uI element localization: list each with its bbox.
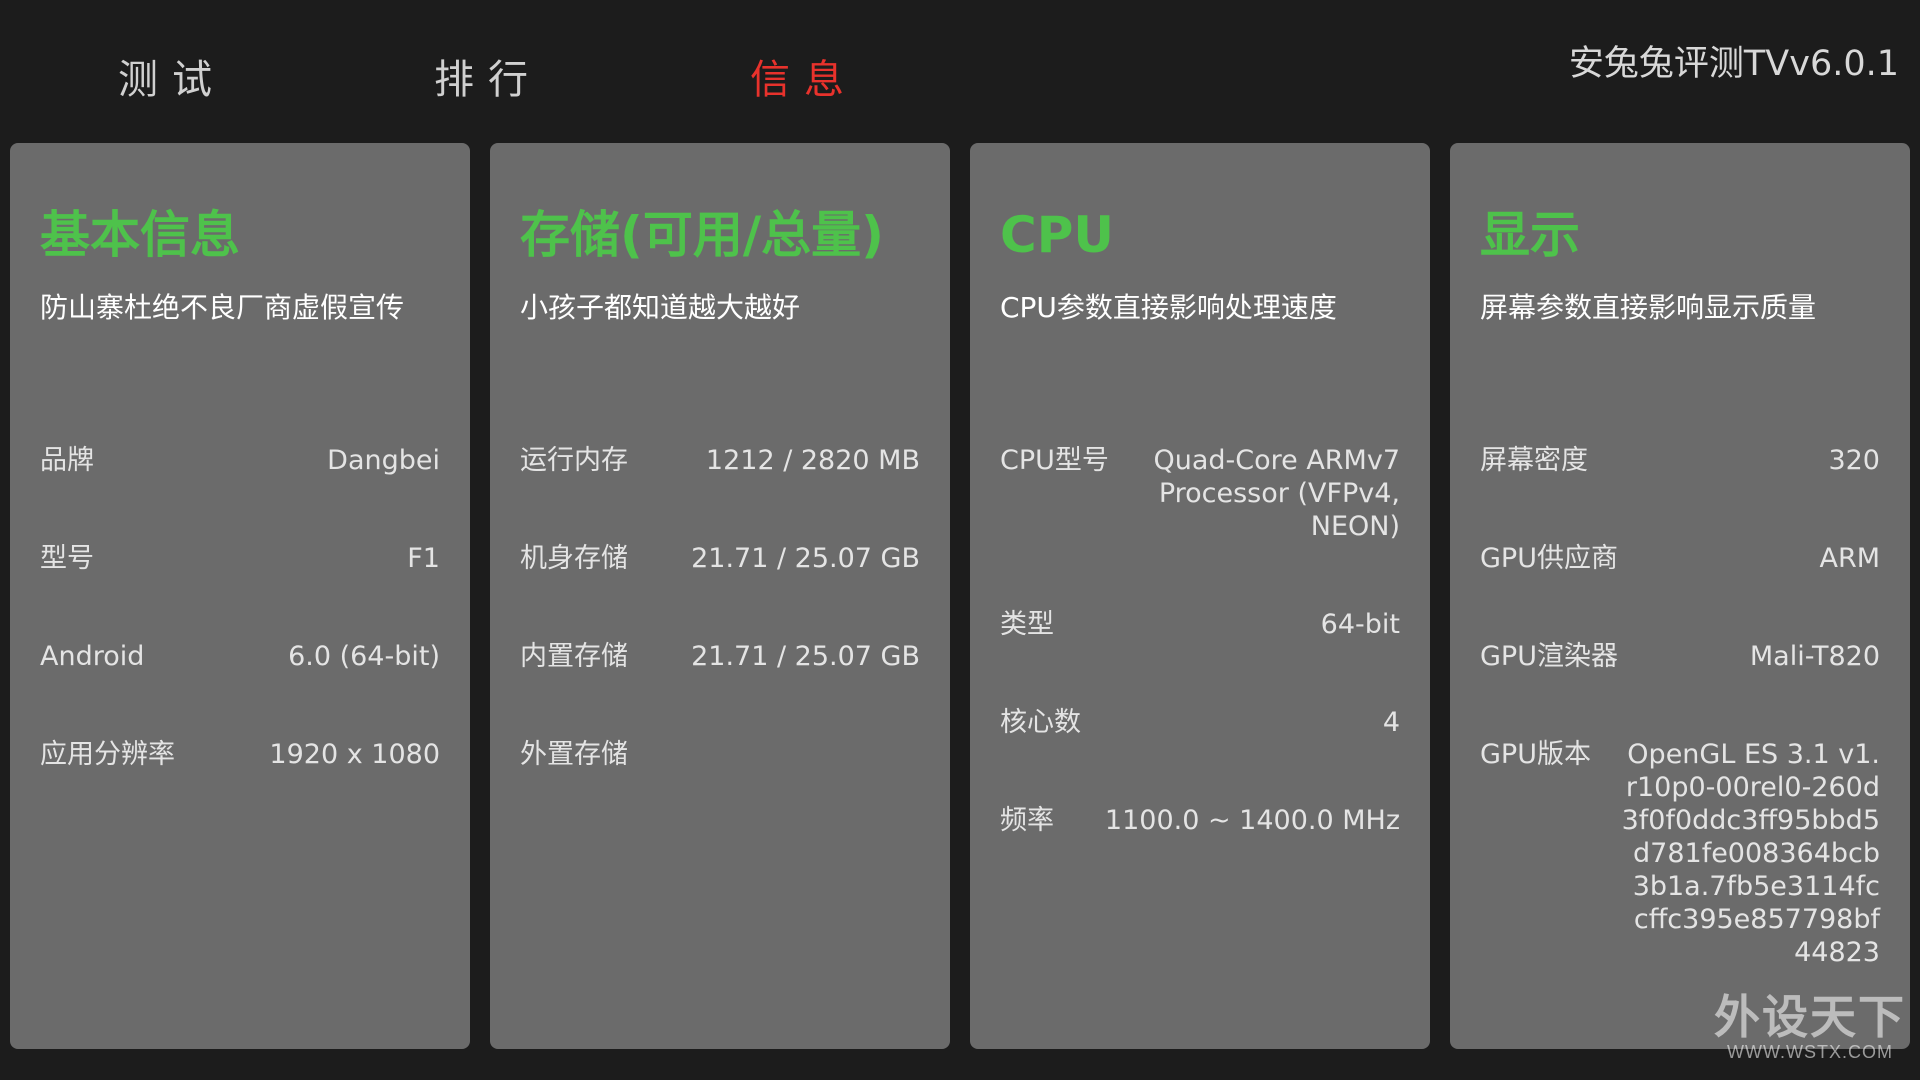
row-label: 型号 xyxy=(40,543,94,574)
row-value: 320 xyxy=(1828,445,1880,476)
row-value: 1212 / 2820 MB xyxy=(705,445,920,476)
row-label: GPU渲染器 xyxy=(1480,641,1618,672)
row-label: GPU供应商 xyxy=(1480,543,1618,574)
card-cpu: CPU CPU参数直接影响处理速度 CPU型号 Quad-Core ARMv7 … xyxy=(970,143,1430,1049)
info-row-android: Android 6.0 (64-bit) xyxy=(40,640,440,673)
info-row-device-storage: 机身存储 21.71 / 25.07 GB xyxy=(520,542,920,575)
card-title: 显示 xyxy=(1480,206,1580,264)
row-label: 屏幕密度 xyxy=(1480,445,1588,476)
row-value: Mali-T820 xyxy=(1749,641,1880,672)
row-value: 64-bit xyxy=(1320,609,1400,640)
tab-rank[interactable]: 排行 xyxy=(434,52,542,108)
row-label: 频率 xyxy=(1000,805,1054,836)
info-row-gpu-version: GPU版本 OpenGL ES 3.1 v1.r10p0-00rel0-260d… xyxy=(1480,738,1880,969)
row-label: Android xyxy=(40,641,145,672)
row-value: 21.71 / 25.07 GB xyxy=(691,543,920,574)
card-subtitle: CPU参数直接影响处理速度 xyxy=(1000,291,1337,324)
card-subtitle: 小孩子都知道越大越好 xyxy=(520,291,801,324)
card-subtitle: 屏幕参数直接影响显示质量 xyxy=(1480,291,1817,324)
card-title: 基本信息 xyxy=(40,206,240,264)
card-title: CPU xyxy=(1000,206,1114,264)
row-value: 1100.0 ~ 1400.0 MHz xyxy=(1104,805,1400,836)
info-row-model: 型号 F1 xyxy=(40,542,440,575)
info-row-resolution: 应用分辨率 1920 x 1080 xyxy=(40,738,440,771)
row-value: Quad-Core ARMv7 Processor (VFPv4, NEON) xyxy=(1153,445,1400,542)
row-value: 21.71 / 25.07 GB xyxy=(691,641,920,672)
card-basic-info: 基本信息 防山寨杜绝不良厂商虚假宣传 品牌 Dangbei 型号 F1 Andr… xyxy=(10,143,470,1049)
row-label: 品牌 xyxy=(40,445,94,476)
tab-info[interactable]: 信息 xyxy=(750,52,858,108)
row-value: 4 xyxy=(1382,707,1400,738)
row-label: CPU型号 xyxy=(1000,445,1109,476)
info-row-internal-storage: 内置存储 21.71 / 25.07 GB xyxy=(520,640,920,673)
row-label: 运行内存 xyxy=(520,445,628,476)
info-row-cpu-model: CPU型号 Quad-Core ARMv7 Processor (VFPv4, … xyxy=(1000,444,1400,543)
row-label: 机身存储 xyxy=(520,543,628,574)
row-value: Dangbei xyxy=(327,445,440,476)
info-row-cpu-frequency: 频率 1100.0 ~ 1400.0 MHz xyxy=(1000,804,1400,837)
row-value: 6.0 (64-bit) xyxy=(288,641,440,672)
info-row-cpu-cores: 核心数 4 xyxy=(1000,706,1400,739)
info-row-cpu-type: 类型 64-bit xyxy=(1000,608,1400,641)
info-row-gpu-renderer: GPU渲染器 Mali-T820 xyxy=(1480,640,1880,673)
row-label: GPU版本 xyxy=(1480,739,1591,770)
row-value: F1 xyxy=(407,543,440,574)
row-label: 类型 xyxy=(1000,609,1054,640)
card-display: 显示 屏幕参数直接影响显示质量 屏幕密度 320 GPU供应商 ARM GPU渲… xyxy=(1450,143,1910,1049)
row-value: OpenGL ES 3.1 v1.r10p0-00rel0-260d3f0f0d… xyxy=(1621,739,1880,968)
row-value: 1920 x 1080 xyxy=(269,739,440,770)
app-title: 安兔兔评测TVv6.0.1 xyxy=(1568,44,1899,84)
info-row-brand: 品牌 Dangbei xyxy=(40,444,440,477)
tab-test[interactable]: 测试 xyxy=(118,52,226,108)
row-label: 外置存储 xyxy=(520,739,628,770)
info-row-screen-density: 屏幕密度 320 xyxy=(1480,444,1880,477)
info-row-ram: 运行内存 1212 / 2820 MB xyxy=(520,444,920,477)
row-value: ARM xyxy=(1819,543,1880,574)
info-row-external-storage: 外置存储 xyxy=(520,738,920,771)
row-label: 内置存储 xyxy=(520,641,628,672)
card-title: 存储(可用/总量) xyxy=(520,206,884,264)
card-subtitle: 防山寨杜绝不良厂商虚假宣传 xyxy=(40,291,405,324)
info-cards: 基本信息 防山寨杜绝不良厂商虚假宣传 品牌 Dangbei 型号 F1 Andr… xyxy=(10,143,1910,1049)
row-label: 核心数 xyxy=(1000,707,1081,738)
row-label: 应用分辨率 xyxy=(40,739,175,770)
card-storage: 存储(可用/总量) 小孩子都知道越大越好 运行内存 1212 / 2820 MB… xyxy=(490,143,950,1049)
info-row-gpu-vendor: GPU供应商 ARM xyxy=(1480,542,1880,575)
